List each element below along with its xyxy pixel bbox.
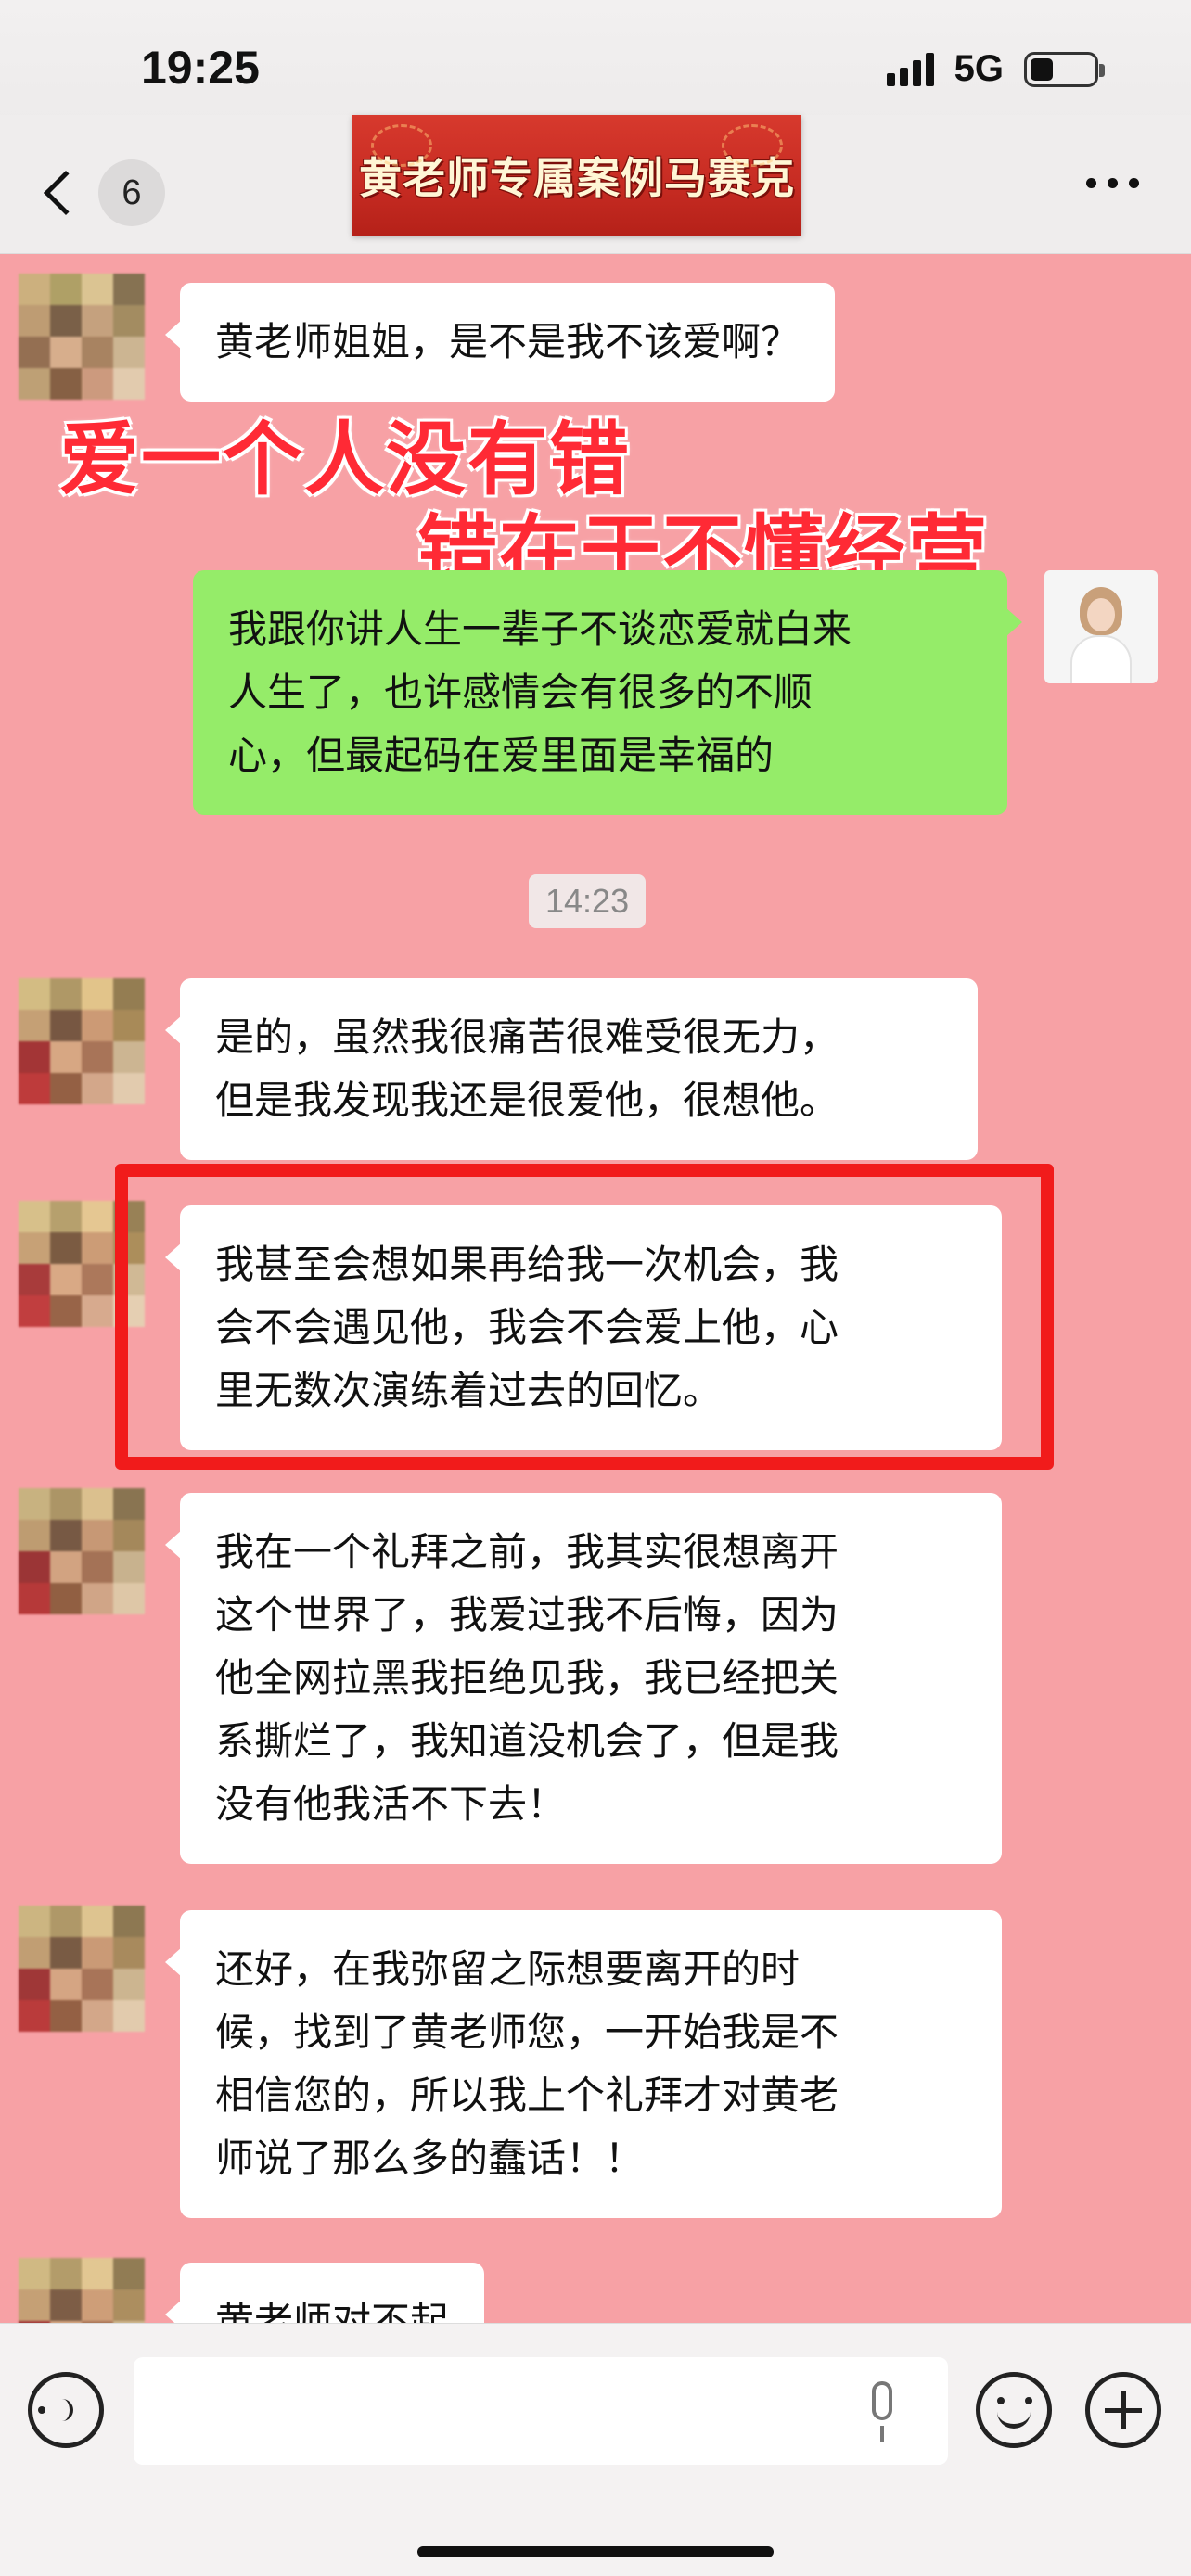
message-bubble[interactable]: 我在一个礼拜之前，我其实很想离开 这个世界了，我爱过我不后悔，因为 他全网拉黑我… (165, 1493, 1002, 1864)
message-line: 但是我发现我还是很爱他，很想他。 (215, 1078, 839, 1123)
my-avatar[interactable] (1044, 570, 1158, 683)
message-line: 相信您的，所以我上个礼拜才对黄老 (215, 2072, 839, 2118)
battery-icon (1024, 51, 1105, 87)
message-line: 是的，虽然我很痛苦很难受很无力， (215, 1014, 839, 1060)
message-line: 师说了那么多的蠢话！！ (215, 2136, 645, 2181)
chat-header: 6 黄老师专属案例马赛克 (0, 115, 1191, 254)
chevron-left-icon (43, 170, 89, 216)
message-line: 候，找到了黄老师您，一开始我是不 (215, 2009, 839, 2055)
message-line: 没有他我活不下去！ (215, 1781, 567, 1827)
emoji-icon (997, 2397, 1032, 2404)
network-type: 5G (954, 48, 1004, 89)
more-options-button[interactable] (1086, 178, 1139, 188)
message-bubble[interactable]: 黄老师对不起 (164, 2263, 485, 2323)
back-button[interactable]: 6 (37, 159, 165, 226)
contact-avatar[interactable] (19, 2258, 145, 2323)
contact-avatar[interactable] (19, 1488, 145, 1614)
emoji-button[interactable] (976, 2372, 1052, 2448)
message-line: 这个世界了，我爱过我不后悔，因为 (215, 1592, 839, 1638)
microphone-icon[interactable] (863, 2381, 900, 2446)
message-line: 我跟你讲人生一辈子不谈恋爱就白来 (228, 606, 852, 652)
chat-title: 黄老师专属案例马赛克 (359, 153, 795, 203)
status-indicators: 5G (886, 48, 1105, 90)
timestamp: 14:23 (529, 874, 647, 928)
voice-icon (38, 2406, 45, 2414)
unread-badge: 6 (98, 159, 165, 226)
message-text: 黄老师对不起 (215, 2299, 450, 2323)
dot-icon (1129, 178, 1139, 188)
message-bubble[interactable]: 是的，虽然我很痛苦很难受很无力， 但是我发现我还是很爱他，很想他。 (165, 978, 978, 1160)
message-bubble[interactable]: 黄老师姐姐，是不是我不该爱啊？ (164, 283, 836, 402)
dot-icon (1086, 178, 1096, 188)
message-bubble[interactable]: 还好，在我弥留之际想要离开的时 候，找到了黄老师您，一开始我是不 相信您的，所以… (165, 1910, 1002, 2218)
contact-avatar[interactable] (19, 1906, 145, 2032)
highlight-box (115, 1164, 1054, 1470)
chat-title-banner: 黄老师专属案例马赛克 (352, 115, 801, 236)
home-indicator (417, 2546, 774, 2557)
add-attachment-button[interactable] (1085, 2372, 1161, 2448)
message-line: 我在一个礼拜之前，我其实很想离开 (215, 1529, 839, 1575)
message-line: 他全网拉黑我拒绝见我，我已经把关 (215, 1655, 839, 1701)
status-time: 19:25 (141, 42, 260, 94)
contact-avatar[interactable] (19, 978, 145, 1104)
message-line: 心，但最起码在爱里面是幸福的 (228, 733, 775, 778)
signal-icon (886, 52, 934, 86)
message-text: 黄老师姐姐，是不是我不该爱啊？ (215, 319, 800, 364)
message-bubble[interactable]: 我跟你讲人生一辈子不谈恋爱就白来 人生了，也许感情会有很多的不顺 心，但最起码在… (193, 570, 1022, 815)
contact-avatar[interactable] (19, 274, 145, 400)
message-line: 人生了，也许感情会有很多的不顺 (228, 670, 813, 715)
voice-input-button[interactable] (28, 2372, 104, 2448)
input-bar (0, 2323, 1191, 2576)
chat-messages[interactable]: 黄老师姐姐，是不是我不该爱啊？ 爱一个人没有错 错在于不懂经营 我跟你讲人生一辈… (0, 255, 1191, 2323)
message-line: 系撕烂了，我知道没机会了，但是我 (215, 1718, 839, 1764)
message-line: 还好，在我弥留之际想要离开的时 (215, 1946, 800, 1992)
message-input[interactable] (134, 2357, 948, 2465)
dot-icon (1108, 178, 1118, 188)
